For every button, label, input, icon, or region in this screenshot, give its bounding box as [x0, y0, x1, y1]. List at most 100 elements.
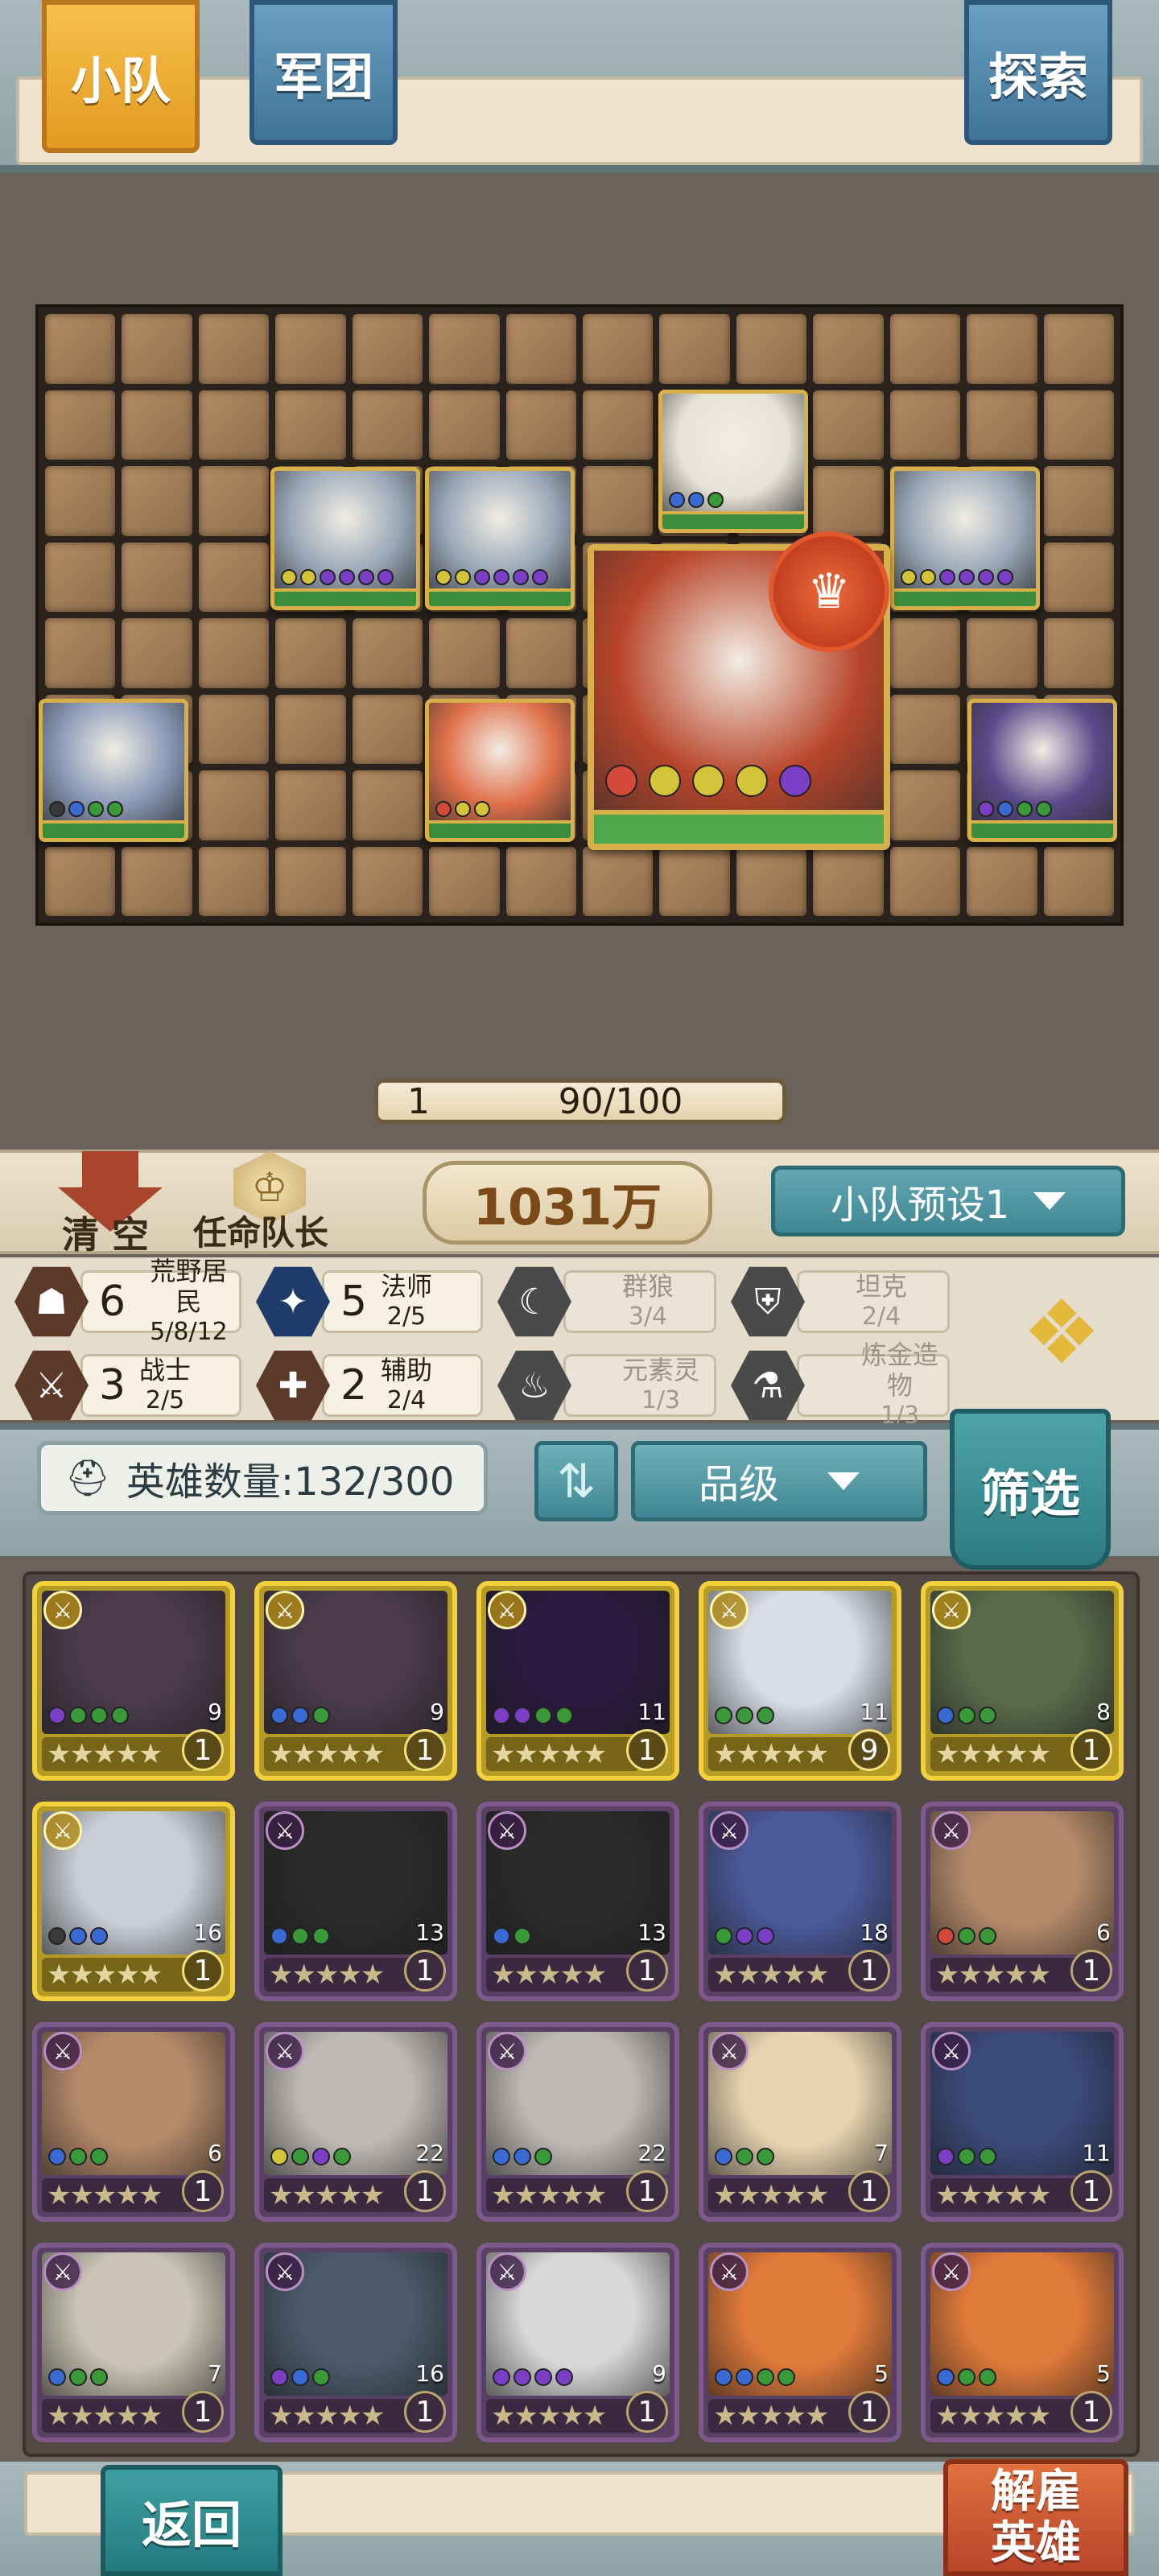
board-tile[interactable]: [122, 618, 192, 688]
board-tile[interactable]: [429, 314, 500, 384]
board-tile[interactable]: [352, 618, 423, 688]
board-tile[interactable]: [429, 846, 500, 916]
board-tile[interactable]: [275, 618, 346, 688]
hero-card[interactable]: ⚔ 16 ★★★★★ 1: [32, 1802, 235, 2001]
hero-card[interactable]: ⚔ 7 ★★★★★ 1: [699, 2022, 901, 2222]
board-tile[interactable]: [583, 846, 654, 916]
board-tile[interactable]: [659, 846, 730, 916]
board-tile[interactable]: [889, 390, 961, 460]
board-tile[interactable]: [889, 618, 961, 688]
hero-card[interactable]: ⚔ 6 ★★★★★ 1: [921, 1802, 1124, 2001]
board-tile[interactable]: [429, 618, 500, 688]
hero-card[interactable]: ⚔ 5 ★★★★★ 1: [699, 2243, 901, 2442]
hero-card[interactable]: ⚔ 22 ★★★★★ 1: [254, 2022, 457, 2222]
board-tile[interactable]: [45, 542, 116, 612]
board-tile[interactable]: [275, 314, 346, 384]
board-tile[interactable]: [889, 694, 961, 764]
hero-card[interactable]: ⚔ 9 ★★★★★ 1: [476, 2243, 679, 2442]
board-tile[interactable]: [45, 314, 116, 384]
hero-card[interactable]: ⚔ 11 ★★★★★ 9: [699, 1581, 901, 1781]
board-tile[interactable]: [275, 846, 346, 916]
synergy-tank[interactable]: ⛨ 坦克 2/4: [731, 1266, 964, 1337]
board-tile[interactable]: [198, 466, 270, 536]
hero-card[interactable]: ⚔ 18 ★★★★★ 1: [699, 1802, 901, 2001]
hero-card[interactable]: ⚔ 13 ★★★★★ 1: [476, 1802, 679, 2001]
synergy-alchemy[interactable]: ⚗ 炼金造物 1/3: [731, 1340, 964, 1430]
synergy-warrior[interactable]: ⚔ 3 战士 2/5: [14, 1350, 256, 1421]
tab-explore[interactable]: 探索: [964, 0, 1112, 145]
board-tile[interactable]: [583, 390, 654, 460]
board-tile[interactable]: [122, 466, 192, 536]
board-tile[interactable]: [275, 390, 346, 460]
board-tile[interactable]: [198, 694, 270, 764]
board-tile[interactable]: [813, 846, 884, 916]
hero-card[interactable]: ⚔ 5 ★★★★★ 1: [921, 2243, 1124, 2442]
board-tile[interactable]: [967, 846, 1037, 916]
board-tile[interactable]: [1043, 846, 1114, 916]
board-tile[interactable]: [967, 618, 1037, 688]
hero-card[interactable]: ⚔ 9 ★★★★★ 1: [254, 1581, 457, 1781]
board-tile[interactable]: [889, 770, 961, 840]
board-tile[interactable]: [659, 314, 730, 384]
board-tile[interactable]: [352, 694, 423, 764]
board-tile[interactable]: [122, 542, 192, 612]
board-tile[interactable]: [198, 390, 270, 460]
board-tile[interactable]: [198, 770, 270, 840]
board-tile[interactable]: [505, 618, 576, 688]
board-unit[interactable]: [270, 467, 420, 610]
board-tile[interactable]: [813, 390, 884, 460]
clear-button[interactable]: 清 空: [50, 1151, 171, 1257]
hero-card[interactable]: ⚔ 6 ★★★★★ 1: [32, 2022, 235, 2222]
board-unit[interactable]: [967, 699, 1117, 842]
board-tile[interactable]: [198, 542, 270, 612]
synergy-toggle-icon[interactable]: ❖: [1001, 1280, 1122, 1385]
board-tile[interactable]: [505, 390, 576, 460]
board-tile[interactable]: [736, 314, 807, 384]
hero-card[interactable]: ⚔ 11 ★★★★★ 1: [476, 1581, 679, 1781]
tab-legion[interactable]: 军团: [250, 0, 398, 145]
board-tile[interactable]: [45, 466, 116, 536]
board-tile[interactable]: [889, 846, 961, 916]
board-tile[interactable]: [198, 314, 270, 384]
hero-card[interactable]: ⚔ 8 ★★★★★ 1: [921, 1581, 1124, 1781]
board-tile[interactable]: [889, 314, 961, 384]
tab-team[interactable]: 小队: [42, 0, 200, 153]
board-unit[interactable]: [425, 699, 575, 842]
board-tile[interactable]: [198, 618, 270, 688]
board-tile[interactable]: [967, 390, 1037, 460]
board-unit[interactable]: [890, 467, 1040, 610]
board-tile[interactable]: [352, 390, 423, 460]
board-tile[interactable]: [505, 314, 576, 384]
appoint-captain-button[interactable]: ♔ 任命队长: [193, 1151, 354, 1256]
board-tile[interactable]: [122, 390, 192, 460]
board-tile[interactable]: [1043, 542, 1114, 612]
board-tile[interactable]: [967, 314, 1037, 384]
board-tile[interactable]: [45, 390, 116, 460]
board-tile[interactable]: [1043, 618, 1114, 688]
board-tile[interactable]: [1043, 314, 1114, 384]
board-tile[interactable]: [45, 846, 116, 916]
board-tile[interactable]: [583, 466, 654, 536]
synergy-mage[interactable]: ✦ 5 法师 2/5: [256, 1266, 497, 1337]
board-tile[interactable]: [1043, 466, 1114, 536]
board-tile[interactable]: [813, 314, 884, 384]
hero-card[interactable]: ⚔ 9 ★★★★★ 1: [32, 1581, 235, 1781]
team-preset-dropdown[interactable]: 小队预设1: [771, 1166, 1125, 1236]
board-tile[interactable]: [122, 846, 192, 916]
board-tile[interactable]: [198, 846, 270, 916]
back-button[interactable]: 返回: [101, 2465, 283, 2576]
board-tile[interactable]: [122, 314, 192, 384]
board-tile[interactable]: [736, 846, 807, 916]
board-unit[interactable]: [425, 467, 575, 610]
battle-board[interactable]: [35, 304, 1124, 926]
hero-card[interactable]: ⚔ 16 ★★★★★ 1: [254, 2243, 457, 2442]
synergy-support[interactable]: ✚ 2 辅助 2/4: [256, 1350, 497, 1421]
board-tile[interactable]: [1043, 390, 1114, 460]
board-tile[interactable]: [352, 314, 423, 384]
board-tile[interactable]: [583, 314, 654, 384]
synergy-wilder[interactable]: ☗ 6 荒野居民 5/8/12: [14, 1256, 256, 1346]
filter-button[interactable]: 筛选: [950, 1409, 1111, 1570]
dismiss-hero-button[interactable]: 解雇英雄: [943, 2459, 1128, 2576]
board-tile[interactable]: [505, 846, 576, 916]
sort-dropdown[interactable]: 品级: [631, 1441, 927, 1521]
